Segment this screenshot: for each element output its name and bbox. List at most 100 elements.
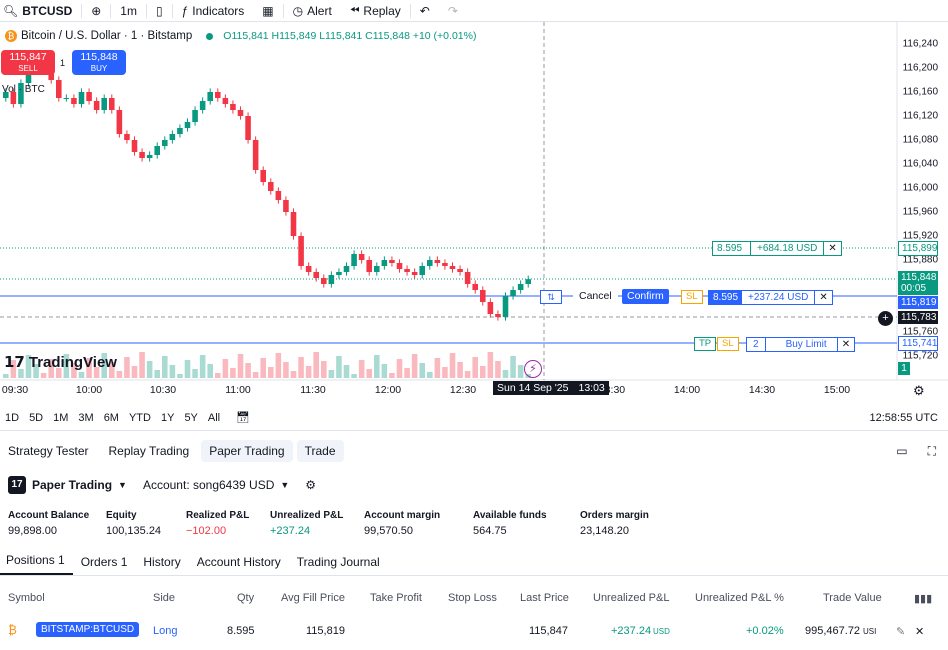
candle [419,266,425,275]
col-avg-fill[interactable]: Avg Fill Price [281,592,345,604]
col-symbol[interactable]: Symbol [8,592,45,604]
col-unrealized-pct[interactable]: Unrealized P&L % [695,592,784,604]
col-qty[interactable]: Qty [237,592,254,604]
layouts-button[interactable]: ▦ [253,0,282,22]
time-tick: 14:00 [673,384,701,396]
position-order-label[interactable]: 8.595 +237.24 USD ✕ [708,290,833,305]
compare-button[interactable]: ⊕ [82,0,110,22]
tab-orders[interactable]: Orders 1 [73,555,136,575]
collapse-panel-icon[interactable]: ▭ [888,440,915,462]
tab-strategy-tester[interactable]: Strategy Tester [0,440,96,462]
stat-unrealized-pnl: Unrealized P&L +237.24 [270,510,343,537]
col-take-profit[interactable]: Take Profit [370,592,422,604]
market-open-dot [206,32,214,40]
range-6m[interactable]: 6M [99,412,124,424]
lightning-icon[interactable]: ⚡︎ [524,360,542,378]
chevron-down-icon[interactable]: ▼ [118,480,127,490]
paper-trading-logo: 17 [8,476,26,494]
range-5y[interactable]: 5Y [179,412,202,424]
candle [116,110,123,134]
settings-gear-icon[interactable]: ⚙︎ [913,383,925,399]
replay-label: Replay [363,3,401,18]
undo-button[interactable]: ↶ [411,0,439,22]
close-icon[interactable]: ✕ [838,338,854,351]
col-stop-loss[interactable]: Stop Loss [448,592,497,604]
clock-readout[interactable]: 12:58:55 UTC [865,412,948,424]
confirm-button[interactable]: Confirm [622,289,669,304]
candle [449,266,456,269]
col-unrealized-pnl[interactable]: Unrealized P&L [593,592,669,604]
candle [472,284,478,290]
volume-bar [517,365,524,378]
col-last-price[interactable]: Last Price [520,592,569,604]
add-plus-button[interactable]: + [878,311,893,326]
range-all[interactable]: All [203,412,225,424]
limit-sl-button[interactable]: SL [717,337,739,351]
tab-account-history[interactable]: Account History [189,555,289,575]
range-1d[interactable]: 1D [0,412,24,424]
close-icon[interactable]: ✕ [915,625,924,638]
broker-name[interactable]: Paper Trading [32,478,112,492]
candle [343,266,350,272]
limit-tp-button[interactable]: TP [694,337,717,351]
tv-logo-icon: 17 [4,353,25,371]
tab-history[interactable]: History [135,555,188,575]
account-header: 17 Paper Trading ▼ Account: song6439 USD… [8,476,316,494]
interval-button[interactable]: 1m [111,0,146,22]
volume-bar [487,352,494,378]
range-5d[interactable]: 5D [24,412,48,424]
settings-icon[interactable]: ⚙︎ [305,478,316,492]
indicators-button[interactable]: ƒ Indicators [173,0,254,22]
stat-equity: Equity 100,135.24 [106,510,161,537]
stat-value: −102.00 [186,525,227,537]
buy-button[interactable]: 115,848 BUY [72,50,126,75]
table-row[interactable]: ₿ BITSTAMP:BTCUSD Long 8.595 115,819 115… [0,622,948,639]
stat-label: Available funds [473,510,547,521]
chart-type-button[interactable]: ▯ [147,0,172,22]
redo-button[interactable]: ↷ [439,0,467,22]
grid-icon: ▦ [262,3,274,18]
current-price: 115,848 [901,272,937,283]
account-selector[interactable]: Account: song6439 USD [143,478,274,492]
symbol-search[interactable]: 🔍︎ BTCUSD [0,0,81,22]
tab-positions[interactable]: Positions 1 [0,553,73,575]
alert-button[interactable]: ◷ Alert [284,0,341,22]
time-tick: 11:30 [300,384,326,396]
col-side[interactable]: Side [153,592,175,604]
tp-order-label[interactable]: 8.595 +684.18 USD ✕ [712,241,842,256]
columns-icon[interactable]: ▮▮▮ [914,592,932,605]
edit-icon[interactable]: ✎ [896,625,905,638]
limit-price-label: 115,741 [898,336,938,351]
maximize-panel-icon[interactable]: ⛶ [920,440,944,463]
volume-bar [131,366,138,378]
candle [260,170,266,182]
symbol-badge[interactable]: BITSTAMP:BTCUSD [36,622,140,637]
tab-replay-trading[interactable]: Replay Trading [100,440,197,462]
volume-bar [313,352,319,378]
range-3m[interactable]: 3M [73,412,98,424]
col-trade-value[interactable]: Trade Value [823,592,882,604]
replay-button[interactable]: ⏪︎ Replay [341,0,410,22]
tab-trade[interactable]: Trade [296,440,344,462]
price-tick: 116,080 [902,134,938,146]
cancel-button[interactable]: Cancel [573,289,618,304]
limit-order-label[interactable]: 2 Buy Limit ✕ [746,337,856,352]
range-1m[interactable]: 1M [48,412,73,424]
limit-qty: 2 [747,338,766,351]
volume-bar [343,365,350,378]
tab-paper-trading[interactable]: Paper Trading [201,440,293,462]
volume-bar [192,369,198,378]
price-tick: 116,240 [902,38,938,50]
range-1y[interactable]: 1Y [156,412,179,424]
close-icon[interactable]: ✕ [815,291,831,304]
stat-account-margin: Account margin 99,570.50 [364,510,440,537]
chevron-down-icon[interactable]: ▼ [280,480,289,490]
sell-button[interactable]: 115,847 SELL [1,50,55,75]
calendar-icon[interactable]: 📅︎ [231,411,255,424]
chart-area[interactable]: ₿ Bitcoin / U.S. Dollar · 1 · Bitstamp O… [0,22,948,402]
reverse-button[interactable]: ⇅ [540,290,562,304]
close-icon[interactable]: ✕ [824,242,840,255]
tab-trading-journal[interactable]: Trading Journal [289,555,388,575]
position-sl-button[interactable]: SL [681,290,703,304]
range-ytd[interactable]: YTD [124,412,156,424]
